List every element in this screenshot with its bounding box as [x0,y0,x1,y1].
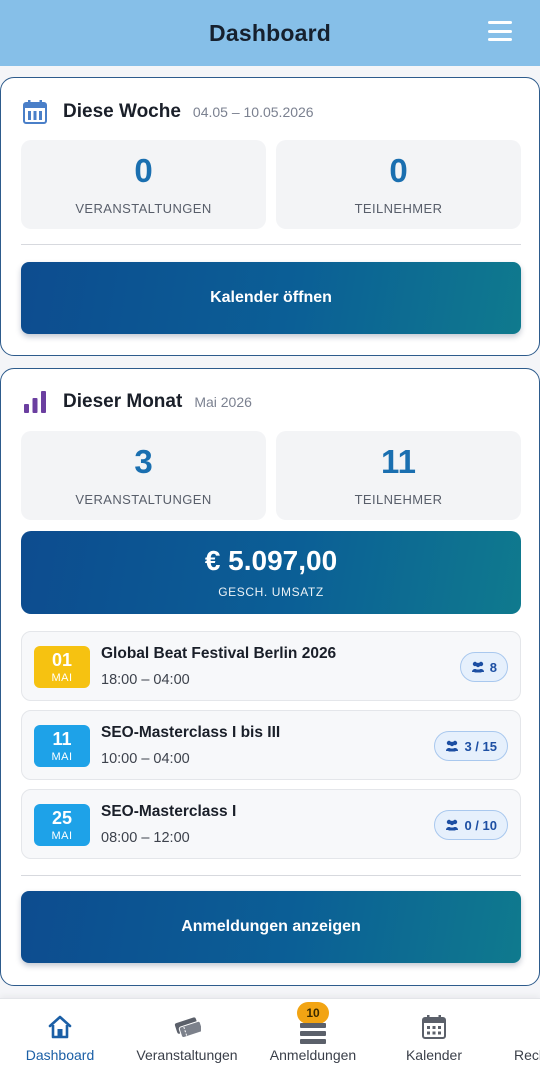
event-date: 25 MAI [34,804,90,846]
week-events-stat: 0 VERANSTALTUNGEN [21,140,266,229]
hamburger-icon[interactable] [488,21,512,41]
event-time: 10:00 – 04:00 [101,751,190,767]
week-participants-count: 0 [389,151,408,189]
event-date: 01 MAI [34,646,90,688]
tab-label: Veranstaltungen [136,1047,238,1063]
revenue-panel: € 5.097,00 GESCH. UMSATZ [21,531,521,614]
event-day: 01 [51,649,73,670]
month-participants-label: TEILNEHMER [354,491,443,507]
event-item[interactable]: 11 MAI SEO-Masterclass I bis III 10:00 –… [21,710,521,780]
participants-count: 0 / 10 [464,817,497,833]
bottom-nav: Dashboard Veranstaltungen 10 Anmeldungen [0,998,540,1074]
tab-label: Anmeldungen [269,1047,357,1063]
revenue-amount: € 5.097,00 [204,544,338,576]
event-month: MAI [51,671,73,684]
month-card: Dieser Monat Mai 2026 3 VERANSTALTUNGEN … [0,368,540,986]
participants-badge: 3 / 15 [434,731,508,761]
month-events-stat: 3 VERANSTALTUNGEN [21,431,266,520]
show-registrations-button[interactable]: Anmeldungen anzeigen [21,891,521,963]
app-header: Dashboard [0,0,540,66]
event-month: MAI [51,829,73,842]
registrations-icon [299,1019,327,1047]
week-events-count: 0 [134,151,153,189]
tab-invoices[interactable]: Rech [495,999,540,1074]
calendar-icon [21,98,49,126]
month-header: Dieser Monat Mai 2026 [21,388,252,416]
event-item[interactable]: 25 MAI SEO-Masterclass I 08:00 – 12:00 0… [21,789,521,859]
divider [21,875,521,876]
month-events-count: 3 [134,442,153,480]
tab-label: Dashboard [25,1047,95,1063]
participants-count: 3 / 15 [464,738,497,754]
week-events-label: VERANSTALTUNGEN [75,200,212,216]
event-day: 11 [52,728,72,749]
open-calendar-button[interactable]: Kalender öffnen [21,262,521,334]
tickets-icon [173,1013,201,1041]
participants-count: 8 [489,659,497,675]
week-title: Diese Woche [63,101,181,122]
page-title: Dashboard [209,19,331,46]
event-name: SEO-Masterclass I bis III [101,724,281,741]
participants-badge: 0 / 10 [434,810,508,840]
participants-badge: 8 [459,652,508,682]
month-title: Dieser Monat [63,391,183,412]
people-icon [445,819,459,831]
event-time: 18:00 – 04:00 [101,672,190,688]
month-events-label: VERANSTALTUNGEN [75,491,212,507]
event-name: Global Beat Festival Berlin 2026 [101,645,337,662]
week-card: Diese Woche 04.05 – 10.05.2026 0 VERANST… [0,77,540,356]
tab-dashboard[interactable]: Dashboard [0,999,125,1074]
home-icon [46,1013,74,1041]
divider [21,244,521,245]
people-icon [445,740,459,752]
event-item[interactable]: 01 MAI Global Beat Festival Berlin 2026 … [21,631,521,701]
event-month: MAI [51,750,73,763]
tab-calendar[interactable]: Kalender [369,999,499,1074]
week-header: Diese Woche 04.05 – 10.05.2026 [21,98,314,126]
event-day: 25 [51,807,73,828]
calendar-icon [420,1013,448,1041]
week-participants-label: TEILNEHMER [354,200,443,216]
people-icon [471,661,485,673]
month-period: Mai 2026 [194,394,252,410]
event-date: 11 MAI [34,725,90,767]
event-time: 08:00 – 12:00 [101,830,190,846]
tab-events[interactable]: Veranstaltungen [122,999,252,1074]
month-participants-stat: 11 TEILNEHMER [276,431,521,520]
week-participants-stat: 0 TEILNEHMER [276,140,521,229]
month-participants-count: 11 [381,442,416,480]
tab-label: Kalender [405,1047,463,1063]
revenue-label: GESCH. UMSATZ [218,584,324,599]
tab-registrations[interactable]: 10 Anmeldungen [248,999,378,1074]
week-range: 04.05 – 10.05.2026 [192,104,314,120]
tab-label: Rech [514,1047,540,1063]
event-name: SEO-Masterclass I [101,803,237,820]
bar-chart-icon [21,388,49,416]
